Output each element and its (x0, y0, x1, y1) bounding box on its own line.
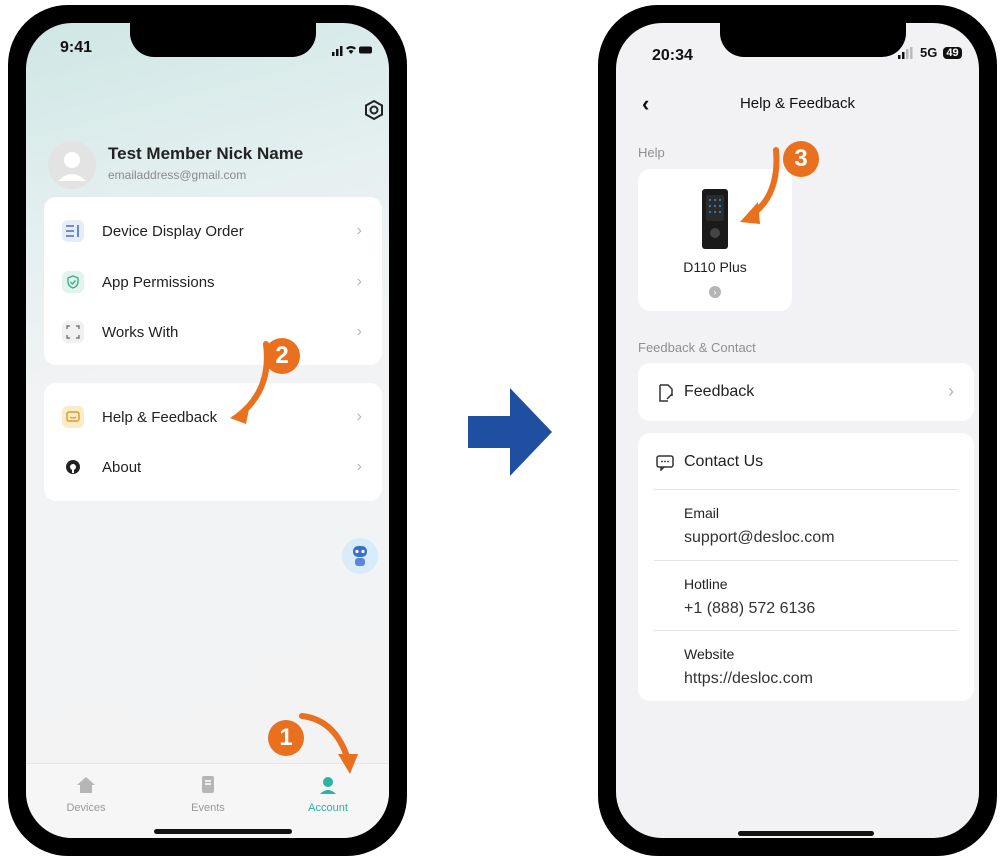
hotline-value[interactable]: +1 (888) 572 6136 (684, 600, 815, 618)
menu-item-about[interactable]: About › (44, 442, 382, 492)
chevron-right-icon: › (356, 273, 362, 290)
menu-item-label: About (102, 458, 142, 476)
network-label: 5G (920, 45, 938, 60)
phone-frame-right: 20:34 5G 49 ‹ Help & Feedback Help D110 … (598, 5, 997, 856)
step-arrow-2 (230, 341, 270, 424)
tab-label: Devices (66, 802, 106, 814)
info-circle-icon (62, 456, 84, 478)
tab-account[interactable]: Account (288, 774, 368, 814)
status-time: 9:41 (60, 39, 93, 56)
chevron-right-icon: › (356, 323, 362, 340)
tab-events[interactable]: Events (168, 774, 248, 814)
profile-email: emailaddress@gmail.com (108, 168, 247, 182)
home-indicator (738, 831, 874, 836)
avatar[interactable] (48, 141, 96, 189)
feedback-section-label: Feedback & Contact (638, 340, 756, 355)
notch (130, 23, 316, 57)
menu-item-label: App Permissions (102, 273, 215, 291)
menu-item-help-feedback[interactable]: Help & Feedback › (44, 392, 382, 442)
tab-devices[interactable]: Devices (46, 774, 126, 814)
menu-item-device-display-order[interactable]: Device Display Order › (44, 206, 382, 256)
message-box-icon (62, 406, 84, 428)
chevron-right-icon: › (948, 381, 954, 401)
settings-icon[interactable] (363, 99, 385, 121)
menu-card-support: Help & Feedback › About › (44, 383, 382, 501)
hotline-key: Hotline (684, 576, 728, 592)
chat-icon (656, 455, 674, 471)
menu-item-app-permissions[interactable]: App Permissions › (44, 257, 382, 307)
menu-item-label: Works With (102, 323, 179, 341)
website-value[interactable]: https://desloc.com (684, 670, 813, 688)
menu-item-label: Device Display Order (102, 222, 244, 240)
next-arrow-icon (468, 388, 552, 476)
device-name: D110 Plus (683, 259, 747, 275)
menu-card-general: Device Display Order › App Permissions ›… (44, 197, 382, 365)
document-edit-icon (659, 384, 673, 402)
list-order-icon (62, 220, 84, 242)
feedback-card[interactable]: Feedback › (638, 363, 974, 421)
smart-lock-image (702, 189, 728, 249)
signal-icon (898, 46, 913, 59)
contact-label: Contact Us (684, 453, 764, 470)
profile-name: Test Member Nick Name (108, 144, 304, 163)
email-value[interactable]: support@desloc.com (684, 529, 835, 547)
assistant-robot-icon[interactable] (342, 538, 378, 574)
shield-check-icon (62, 271, 84, 293)
tab-label: Events (191, 802, 225, 814)
status-icons: 5G 49 (898, 45, 962, 60)
divider (654, 560, 958, 561)
chevron-right-icon: › (709, 286, 721, 298)
connect-frame-icon (62, 321, 84, 343)
chevron-right-icon: › (356, 408, 362, 425)
divider (654, 630, 958, 631)
contact-card: Contact Us Email support@desloc.com Hotl… (638, 433, 974, 701)
menu-item-works-with[interactable]: Works With › (44, 307, 382, 357)
battery-level: 49 (943, 46, 962, 59)
status-time: 20:34 (652, 47, 693, 64)
step-arrow-3 (740, 147, 780, 224)
divider (654, 489, 958, 490)
help-section-label: Help (638, 145, 665, 160)
step-arrow-1 (299, 713, 358, 774)
chevron-right-icon: › (356, 458, 362, 475)
feedback-label: Feedback (684, 383, 755, 400)
chevron-right-icon: › (356, 222, 362, 239)
home-icon (75, 774, 97, 796)
events-icon (197, 774, 219, 796)
tab-label: Account (308, 802, 348, 814)
home-indicator (154, 829, 292, 834)
notch (720, 23, 906, 57)
email-key: Email (684, 505, 720, 521)
website-key: Website (684, 646, 735, 662)
page-title: Help & Feedback (739, 95, 856, 112)
status-icons (332, 43, 374, 56)
